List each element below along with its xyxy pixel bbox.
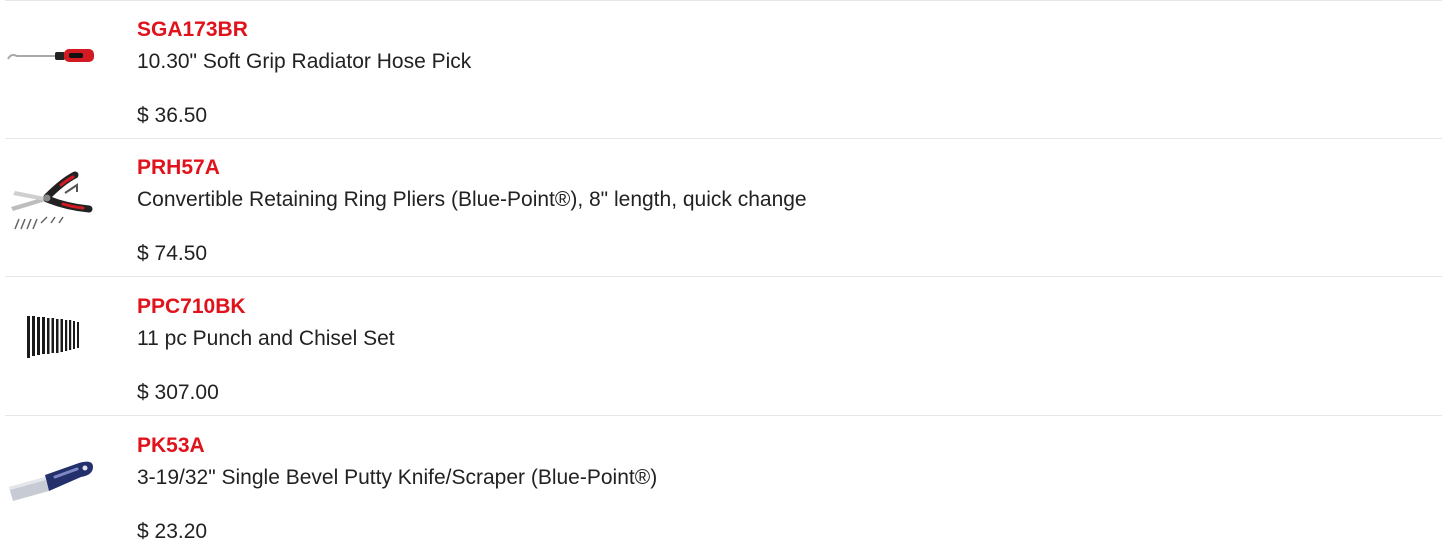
product-row[interactable]: PRH57A Convertible Retaining Ring Pliers… — [5, 139, 1442, 277]
product-sku-link[interactable]: SGA173BR — [137, 17, 248, 43]
product-price: $ 307.00 — [137, 381, 219, 404]
product-sku-link[interactable]: PPC710BK — [137, 294, 246, 320]
putty-knife-icon[interactable] — [5, 425, 97, 517]
product-description[interactable]: 11 pc Punch and Chisel Set — [137, 326, 395, 352]
punch-chisel-set-icon[interactable] — [5, 286, 97, 378]
product-price: $ 74.50 — [137, 242, 208, 265]
product-price: $ 36.50 — [137, 104, 208, 127]
product-sku-link[interactable]: PRH57A — [137, 155, 220, 181]
product-row[interactable]: PPC710BK 11 pc Punch and Chisel Set $ 30… — [5, 278, 1442, 416]
product-sku-link[interactable]: PK53A — [137, 433, 205, 459]
product-row[interactable]: SGA173BR 10.30" Soft Grip Radiator Hose … — [5, 1, 1442, 139]
product-price: $ 23.20 — [137, 520, 208, 543]
product-list: SGA173BR 10.30" Soft Grip Radiator Hose … — [5, 0, 1442, 556]
product-row[interactable]: PK53A 3-19/32" Single Bevel Putty Knife/… — [5, 417, 1442, 555]
product-description[interactable]: Convertible Retaining Ring Pliers (Blue-… — [137, 187, 807, 213]
retaining-ring-pliers-icon[interactable] — [5, 147, 97, 239]
radiator-hose-pick-icon[interactable] — [5, 9, 97, 101]
product-description[interactable]: 3-19/32" Single Bevel Putty Knife/Scrape… — [137, 465, 657, 491]
product-description[interactable]: 10.30" Soft Grip Radiator Hose Pick — [137, 49, 471, 75]
